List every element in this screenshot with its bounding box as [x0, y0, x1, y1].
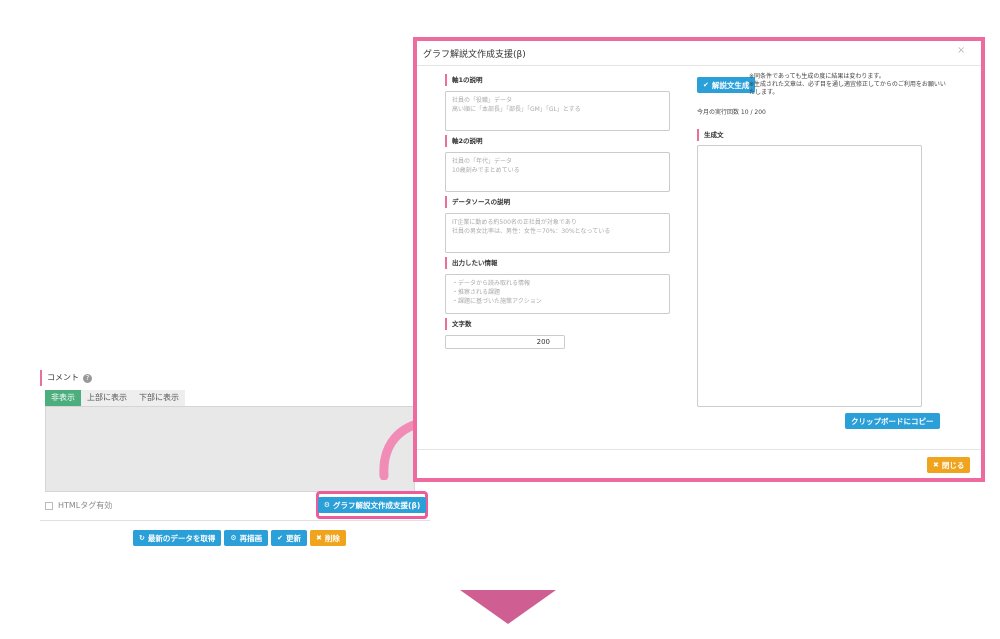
- comment-section-label: コメント ?: [40, 370, 92, 386]
- axis2-label: 軸2の説明: [445, 135, 483, 147]
- graph-button-highlight: ⚙ グラフ解説文作成支援(β): [316, 491, 428, 519]
- comment-display-tabs: 非表示 上部に表示 下部に表示: [45, 390, 185, 406]
- axis1-label: 軸1の説明: [445, 74, 483, 86]
- update-button-label: 更新: [286, 533, 302, 543]
- check-icon: ✔: [703, 80, 709, 89]
- question-circle-icon[interactable]: ?: [83, 373, 92, 383]
- datasource-label: データソースの説明: [445, 196, 510, 208]
- update-button[interactable]: ✔ 更新: [271, 530, 308, 546]
- html-tag-checkbox[interactable]: [45, 501, 53, 510]
- delete-button-label: 削除: [324, 533, 340, 543]
- generated-text-box[interactable]: [697, 145, 922, 407]
- tab-show-top[interactable]: 上部に表示: [81, 390, 133, 406]
- delete-button[interactable]: ✖ 削除: [310, 530, 346, 546]
- char-count-input[interactable]: 200: [445, 335, 565, 349]
- tab-show-bottom[interactable]: 下部に表示: [133, 390, 185, 406]
- output-label: 生成文: [697, 129, 724, 141]
- output-info-label: 出力したい情報: [445, 257, 498, 269]
- comment-textarea[interactable]: [45, 406, 415, 492]
- axis2-textarea[interactable]: 社員の「年代」データ 10歳刻みでまとめている: [445, 152, 670, 192]
- refresh-data-button-label: 最新のデータを取得: [147, 533, 216, 543]
- graph-description-button-label: グラフ解説文作成支援(β): [333, 500, 421, 510]
- gear-icon: ⚙: [230, 533, 237, 542]
- refresh-data-button[interactable]: ↻ 最新のデータを取得: [133, 530, 222, 546]
- monthly-usage-count: 今月の実行回数 10 / 200: [697, 109, 766, 116]
- copy-clipboard-button[interactable]: クリップボードにコピー: [845, 413, 940, 429]
- redraw-button[interactable]: ⚙ 再描画: [224, 530, 269, 546]
- close-icon: ✖: [316, 533, 322, 542]
- axis1-textarea[interactable]: 社員の「役職」データ 高い順に「本部長」「部長」「GM」「GL」とする: [445, 91, 670, 131]
- gear-icon: ⚙: [323, 500, 331, 509]
- tab-hide[interactable]: 非表示: [45, 390, 81, 406]
- section-divider: [40, 520, 430, 521]
- dialog-header-divider: [417, 65, 981, 66]
- close-icon: ✖: [933, 460, 939, 469]
- html-tag-checkbox-label: HTMLタグ有効: [58, 501, 113, 510]
- check-icon: ✔: [277, 533, 284, 542]
- generate-button[interactable]: ✔ 解説文生成: [697, 77, 756, 93]
- comment-label: コメント: [47, 373, 79, 382]
- dialog-close-button[interactable]: ✖ 閉じる: [927, 457, 971, 473]
- datasource-textarea[interactable]: IT企業に勤める約500名の正社員が対象であり 社員の男女比率は、男性：女性＝7…: [445, 213, 670, 253]
- redraw-button-label: 再描画: [239, 533, 263, 543]
- down-arrow-graphic: [460, 590, 556, 624]
- char-count-label: 文字数: [445, 318, 472, 330]
- action-button-row: ↻ 最新のデータを取得 ⚙ 再描画 ✔ 更新 ✖ 削除: [133, 530, 346, 546]
- graph-description-dialog: グラフ解説文作成支援(β) × 軸1の説明 社員の「役職」データ 高い順に「本部…: [413, 37, 985, 482]
- output-info-textarea[interactable]: ・データから読み取れる情報 ・推察される課題 ・課題に基づいた施策アクション: [445, 274, 670, 314]
- generate-button-label: 解説文生成: [711, 80, 750, 90]
- graph-description-button[interactable]: ⚙ グラフ解説文作成支援(β): [317, 497, 427, 513]
- dialog-close-icon[interactable]: ×: [957, 45, 965, 56]
- html-tag-checkbox-row[interactable]: HTMLタグ有効: [45, 500, 112, 511]
- refresh-icon: ↻: [139, 533, 145, 542]
- dialog-close-button-label: 閉じる: [941, 460, 965, 470]
- generation-notes: ※同条件であっても生成の度に結果は変わります。 ※生成された文章は、必ず目を通し…: [749, 73, 946, 96]
- dialog-title: グラフ解説文作成支援(β): [423, 50, 526, 60]
- dialog-footer-divider: [417, 449, 981, 450]
